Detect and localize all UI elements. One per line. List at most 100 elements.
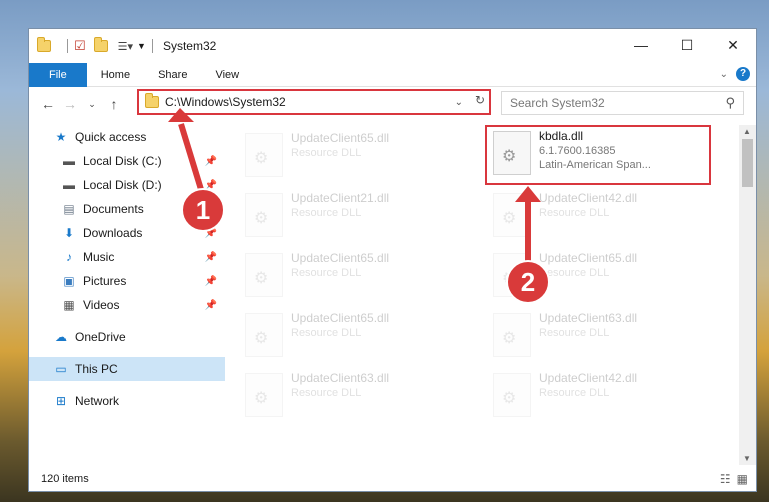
chevron-down-icon[interactable]: ▼: [137, 41, 146, 51]
properties-icon[interactable]: ☑: [74, 38, 86, 54]
pin-icon: 📌: [204, 155, 217, 167]
nav-item-local-disk-c[interactable]: ▬ Local Disk (C:) 📌: [29, 149, 225, 173]
tiles-view-icon[interactable]: ▦: [737, 472, 748, 486]
pin-icon: 📌: [204, 275, 217, 287]
nav-item-label: OneDrive: [75, 330, 126, 344]
nav-item-network[interactable]: ⊞ Network: [29, 389, 225, 413]
file-item[interactable]: UpdateClient42.dll Resource DLL: [487, 189, 707, 245]
file-item[interactable]: UpdateClient65.dll Resource DLL: [239, 309, 459, 365]
quick-access-toolbar: ☑ ☰▾ ▼: [37, 37, 159, 54]
videos-icon: ▦: [63, 298, 75, 312]
nav-item-label: Local Disk (D:): [83, 178, 162, 192]
file-name: UpdateClient63.dll: [291, 371, 390, 385]
file-name: kbdla.dll: [539, 129, 584, 143]
nav-item-pictures[interactable]: ▣ Pictures 📌: [29, 269, 225, 293]
new-folder-icon[interactable]: [93, 37, 108, 52]
tab-share[interactable]: Share: [144, 63, 201, 87]
dll-file-icon: [493, 313, 531, 357]
network-icon: ⊞: [55, 394, 67, 408]
dll-file-icon: [245, 193, 283, 237]
file-desc: Resource DLL: [291, 267, 362, 279]
dll-file-icon: [245, 253, 283, 297]
status-bar: 120 items ☷ ▦: [29, 467, 756, 491]
file-desc: Resource DLL: [539, 207, 610, 219]
file-desc: Resource DLL: [539, 327, 610, 339]
help-icon[interactable]: ?: [736, 67, 750, 81]
file-item[interactable]: UpdateClient65.dll Resource DLL: [239, 129, 459, 185]
nav-gap: [29, 317, 225, 325]
file-item[interactable]: UpdateClient21.dll Resource DLL: [239, 189, 459, 245]
file-item[interactable]: UpdateClient63.dll Resource DLL: [239, 369, 459, 425]
folder-icon: [145, 93, 159, 108]
scroll-up-icon[interactable]: ▲: [743, 127, 751, 136]
search-icon[interactable]: ⚲: [725, 95, 735, 111]
file-name: UpdateClient65.dll: [539, 251, 638, 265]
tab-file[interactable]: File: [29, 62, 87, 87]
details-view-icon[interactable]: ☷: [720, 472, 731, 486]
scroll-down-icon[interactable]: ▼: [743, 454, 751, 463]
drive-icon: ▬: [63, 178, 75, 192]
file-name: UpdateClient65.dll: [291, 311, 390, 325]
dll-file-icon: [245, 313, 283, 357]
music-icon: ♪: [66, 250, 72, 264]
folder-icon: [37, 37, 51, 52]
divider: [151, 39, 153, 53]
dll-file-icon: [245, 373, 283, 417]
address-bar[interactable]: C:\Windows\System32 ⌄: [137, 89, 491, 115]
file-desc: Latin-American Span...: [539, 159, 651, 171]
nav-item-label: This PC: [75, 362, 118, 376]
file-version: 6.1.7600.16385: [539, 145, 616, 157]
file-name: UpdateClient65.dll: [291, 131, 390, 145]
maximize-button[interactable]: ☐: [664, 29, 710, 61]
close-button[interactable]: ✕: [710, 29, 756, 61]
file-name: UpdateClient65.dll: [291, 251, 390, 265]
file-item[interactable]: UpdateClient65.dll Resource DLL: [239, 249, 459, 305]
address-path: C:\Windows\System32: [165, 95, 286, 109]
file-list: UpdateClient65.dll Resource DLL kbdla.dll…: [239, 125, 744, 465]
pin-icon: 📌: [204, 299, 217, 311]
tab-view[interactable]: View: [201, 63, 253, 87]
recent-locations-icon[interactable]: ⌄: [81, 99, 103, 110]
file-item[interactable]: UpdateClient63.dll Resource DLL: [487, 309, 707, 365]
file-name: UpdateClient42.dll: [539, 371, 638, 385]
drive-icon: ▬: [63, 154, 75, 168]
view-toggle: ☷ ▦: [720, 472, 748, 486]
expand-ribbon-icon[interactable]: ⌄: [720, 69, 728, 80]
nav-item-onedrive[interactable]: ☁ OneDrive: [29, 325, 225, 349]
pictures-icon: ▣: [63, 274, 75, 288]
refresh-icon[interactable]: ↻: [469, 93, 491, 111]
forward-button[interactable]: →: [59, 96, 81, 112]
chevron-down-icon[interactable]: ⌄: [455, 97, 463, 108]
back-button[interactable]: ←: [37, 96, 59, 112]
window-controls: — ☐ ✕: [618, 29, 756, 61]
nav-item-music[interactable]: ♪ Music 📌: [29, 245, 225, 269]
explorer-window: ☑ ☰▾ ▼ System32 — ☐ ✕ File Home Share Vi…: [28, 28, 757, 492]
up-button[interactable]: ↑: [103, 96, 125, 112]
tab-home[interactable]: Home: [87, 63, 144, 87]
pin-icon: 📌: [204, 251, 217, 263]
file-item[interactable]: UpdateClient42.dll Resource DLL: [487, 369, 707, 425]
documents-icon: ▤: [63, 202, 75, 216]
title-bar: ☑ ☰▾ ▼ System32 — ☐ ✕: [29, 29, 756, 63]
minimize-button[interactable]: —: [618, 29, 664, 61]
dll-file-icon: [493, 131, 531, 175]
dll-file-icon: [245, 133, 283, 177]
nav-item-this-pc[interactable]: ▭ This PC: [29, 357, 225, 381]
nav-item-label: Downloads: [83, 226, 143, 240]
search-input[interactable]: Search System32 ⚲: [501, 91, 744, 115]
nav-item-videos[interactable]: ▦ Videos 📌: [29, 293, 225, 317]
file-desc: Resource DLL: [291, 207, 362, 219]
vertical-scrollbar[interactable]: ▲ ▼: [739, 125, 756, 465]
computer-icon: ▭: [55, 362, 67, 376]
customize-toolbar-icon[interactable]: ☰▾: [118, 40, 133, 53]
nav-gap: [29, 349, 225, 357]
nav-item-quick-access[interactable]: ★ Quick access: [29, 125, 225, 149]
star-icon: ★: [55, 130, 67, 144]
nav-item-label: Quick access: [75, 130, 147, 144]
scroll-thumb[interactable]: [742, 139, 753, 187]
file-name: UpdateClient21.dll: [291, 191, 390, 205]
window-title: System32: [162, 39, 217, 53]
file-item-kbdla[interactable]: kbdla.dll 6.1.7600.16385 Latin-American Sp…: [485, 125, 711, 185]
annotation-marker-2: 2: [506, 260, 550, 304]
nav-item-label: Network: [75, 394, 120, 408]
